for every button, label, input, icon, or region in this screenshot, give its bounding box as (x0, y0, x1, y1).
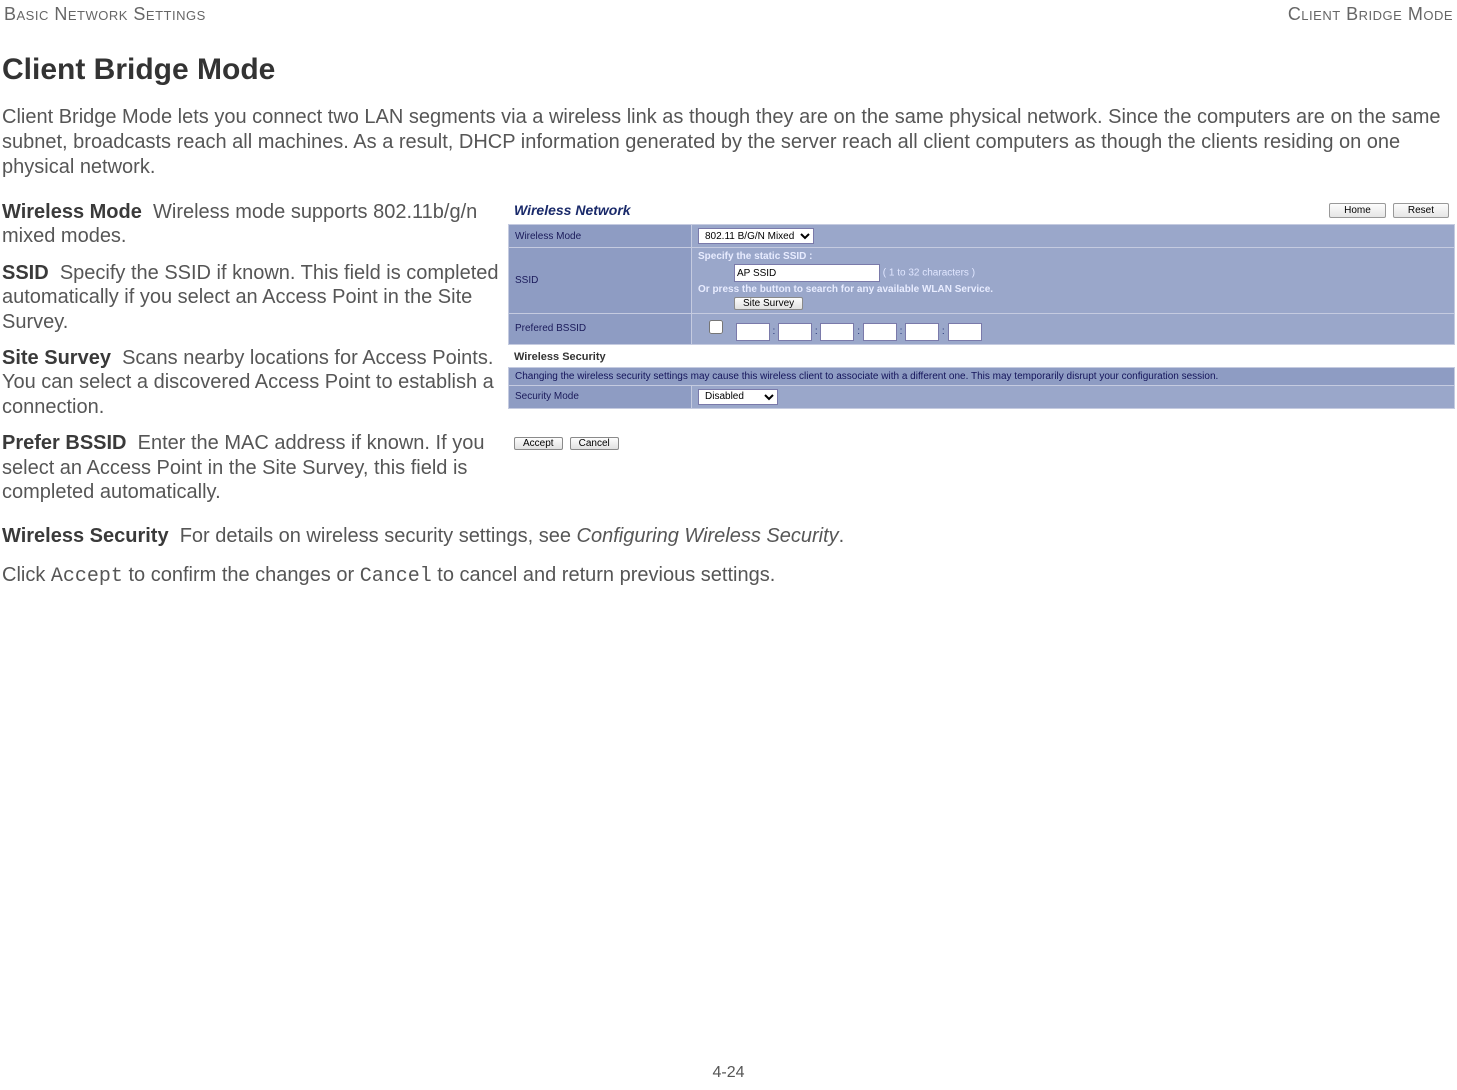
row-label-security-mode: Security Mode (509, 385, 692, 408)
row-label-bssid: Prefered BSSID (509, 314, 692, 345)
term-prefer-bssid: Prefer BSSID (2, 432, 127, 454)
def-wireless-security: Wireless Security For details on wireles… (2, 524, 1455, 549)
ssid-line1: Specify the static SSID : (698, 251, 1448, 262)
def-wireless-mode: Wireless Mode Wireless mode supports 802… (2, 200, 500, 249)
row-label-wireless-mode: Wireless Mode (509, 225, 692, 248)
term-site-survey: Site Survey (2, 347, 111, 369)
closing-pre: Click (2, 564, 51, 586)
cancel-word: Cancel (360, 565, 432, 588)
mac-oct4[interactable] (863, 323, 897, 341)
home-button[interactable]: Home (1329, 203, 1386, 218)
def-ssid: SSID Specify the SSID if known. This fie… (2, 261, 500, 334)
page-number: 4-24 (0, 1064, 1457, 1082)
mac-oct1[interactable] (736, 323, 770, 341)
text-wireless-security: For details on wireless security setting… (180, 525, 577, 547)
cancel-button[interactable]: Cancel (570, 437, 619, 450)
after-wireless-security: . (839, 525, 845, 547)
wireless-mode-select[interactable]: 802.11 B/G/N Mixed (698, 228, 814, 244)
def-prefer-bssid: Prefer BSSID Enter the MAC address if kn… (2, 431, 500, 504)
config-table: Wireless Mode 802.11 B/G/N Mixed SSID Sp… (508, 224, 1455, 345)
term-wireless-security: Wireless Security (2, 525, 169, 547)
reset-button[interactable]: Reset (1393, 203, 1449, 218)
row-value-security-mode: Disabled (692, 385, 1455, 408)
bssid-checkbox[interactable] (702, 320, 730, 334)
mac-oct5[interactable] (905, 323, 939, 341)
page-title: Client Bridge Mode (0, 53, 1457, 87)
ssid-input[interactable] (734, 264, 880, 282)
def-site-survey: Site Survey Scans nearby locations for A… (2, 346, 500, 419)
closing-mid: to confirm the changes or (123, 564, 360, 586)
security-table: Changing the wireless security settings … (508, 367, 1455, 409)
closing-instruction: Click Accept to confirm the changes or C… (2, 563, 1455, 589)
intro-paragraph: Client Bridge Mode lets you connect two … (0, 105, 1457, 180)
term-ssid: SSID (2, 262, 49, 284)
closing-post: to cancel and return previous settings. (432, 564, 776, 586)
header-left: Basic Network Settings (4, 4, 206, 25)
accept-button[interactable]: Accept (514, 437, 563, 450)
ssid-line2: Or press the button to search for any av… (698, 284, 1448, 295)
link-wireless-security: Configuring Wireless Security (577, 525, 839, 547)
accept-word: Accept (51, 565, 123, 588)
wireless-security-header: Wireless Security (508, 345, 1455, 367)
mac-oct2[interactable] (778, 323, 812, 341)
page-header: Basic Network Settings Client Bridge Mod… (0, 0, 1457, 25)
text-ssid: Specify the SSID if known. This field is… (2, 262, 499, 333)
row-label-ssid: SSID (509, 248, 692, 314)
ssid-hint: ( 1 to 32 characters ) (883, 268, 975, 279)
row-value-ssid: Specify the static SSID : ( 1 to 32 char… (692, 248, 1455, 314)
row-value-bssid: : : : : : (692, 314, 1455, 345)
mac-oct6[interactable] (948, 323, 982, 341)
row-value-wireless-mode: 802.11 B/G/N Mixed (692, 225, 1455, 248)
wireless-network-panel: Wireless Network Home Reset Wireless Mod… (508, 198, 1455, 456)
header-right: Client Bridge Mode (1288, 4, 1453, 25)
site-survey-button[interactable]: Site Survey (734, 297, 803, 310)
mac-oct3[interactable] (820, 323, 854, 341)
security-mode-select[interactable]: Disabled (698, 389, 778, 405)
security-warning: Changing the wireless security settings … (509, 367, 1455, 385)
panel-title: Wireless Network (514, 202, 631, 218)
term-wireless-mode: Wireless Mode (2, 201, 142, 223)
